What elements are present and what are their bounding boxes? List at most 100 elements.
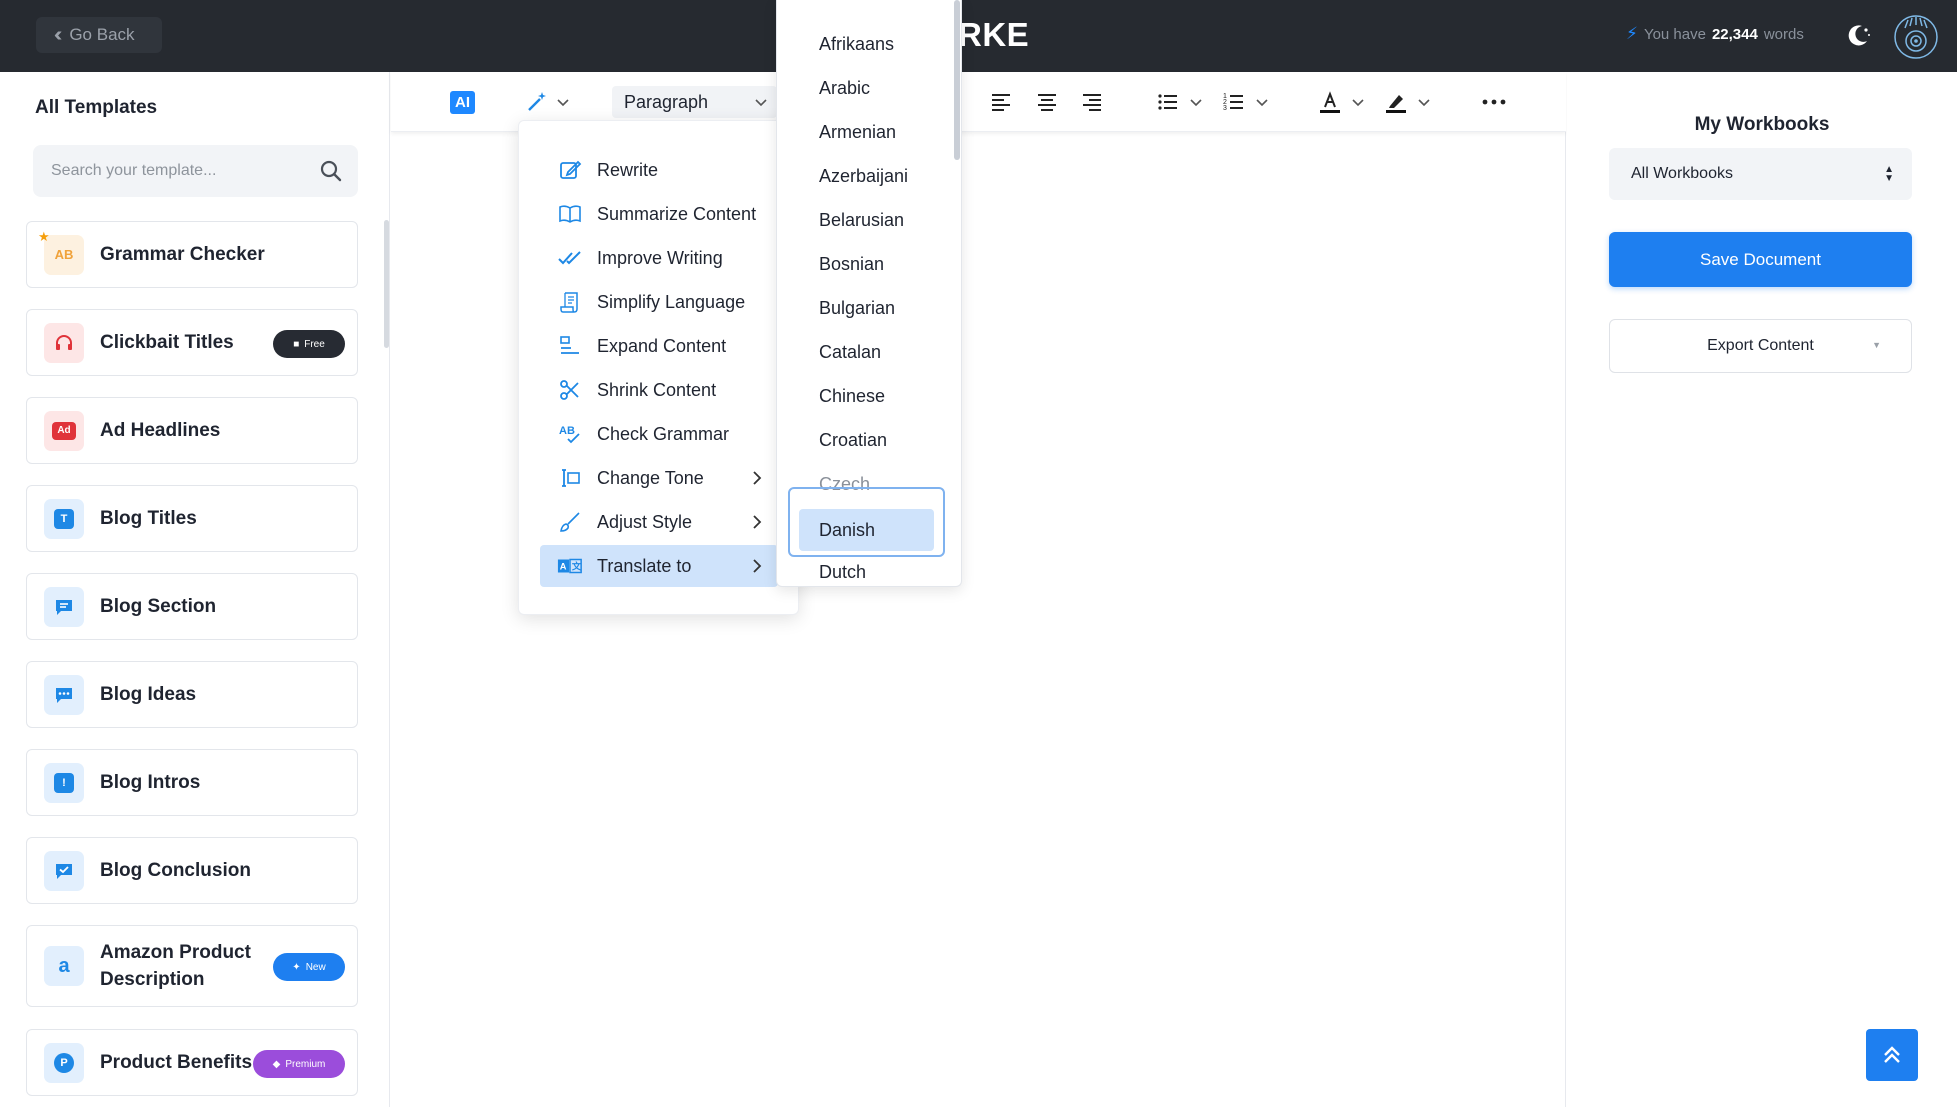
template-card-blog-section[interactable]: Blog Section bbox=[26, 573, 358, 640]
amazon-icon: a bbox=[44, 946, 84, 986]
ai-button[interactable]: AI bbox=[450, 91, 475, 114]
chevron-down-icon bbox=[1190, 99, 1202, 107]
word-count: ⚡ You have 22,344 words bbox=[1626, 24, 1804, 44]
scissors-icon bbox=[557, 377, 583, 403]
amazon-icon-text: a bbox=[58, 954, 70, 977]
menu-item-label: Translate to bbox=[597, 555, 692, 576]
search-input[interactable] bbox=[51, 159, 311, 183]
template-card-clickbait-titles[interactable]: Clickbait Titles ■ Free bbox=[26, 309, 358, 376]
edit-icon bbox=[557, 157, 583, 183]
gift-icon: ■ bbox=[293, 338, 300, 350]
menu-item-shrink-content[interactable]: Shrink Content bbox=[540, 369, 778, 411]
menu-item-label: Summarize Content bbox=[597, 203, 757, 224]
chevron-down-icon bbox=[1418, 99, 1430, 107]
paragraph-label: Paragraph bbox=[624, 91, 709, 112]
free-badge: ■ Free bbox=[273, 330, 345, 358]
moon-icon bbox=[1848, 25, 1870, 46]
numbered-list-dropdown[interactable]: 123 bbox=[1222, 90, 1270, 114]
language-option[interactable]: Dutch bbox=[819, 562, 866, 583]
language-option[interactable]: Croatian bbox=[819, 430, 887, 451]
svg-text:A: A bbox=[560, 562, 567, 572]
dark-mode-toggle[interactable] bbox=[1843, 21, 1873, 51]
language-option[interactable]: Bulgarian bbox=[819, 298, 895, 319]
templates-sidebar: All Templates ★ AB Grammar Checker Click… bbox=[0, 72, 390, 1107]
sidebar-scrollbar[interactable] bbox=[384, 220, 389, 348]
sidebar-title: All Templates bbox=[35, 97, 158, 118]
workbook-select[interactable]: All Workbooks ▲ ▼ bbox=[1609, 148, 1912, 200]
menu-item-label: Expand Content bbox=[597, 335, 727, 356]
menu-item-label: Change Tone bbox=[597, 467, 704, 488]
template-card-blog-conclusion[interactable]: Blog Conclusion bbox=[26, 837, 358, 904]
workbooks-title: My Workbooks bbox=[1694, 114, 1830, 135]
intro-icon: ! bbox=[44, 762, 84, 803]
bolt-icon: ⚡ bbox=[1626, 24, 1638, 43]
language-option[interactable]: Chinese bbox=[819, 386, 885, 407]
bullet-list-dropdown[interactable] bbox=[1156, 90, 1204, 114]
language-option[interactable]: Arabic bbox=[819, 78, 870, 99]
align-left-icon bbox=[992, 94, 1010, 111]
svg-text:文: 文 bbox=[571, 561, 582, 572]
menu-item-label: Check Grammar bbox=[597, 423, 730, 444]
align-right-button[interactable] bbox=[1080, 90, 1104, 114]
language-option[interactable]: Belarusian bbox=[819, 210, 904, 231]
grammar-icon: ★ AB bbox=[38, 229, 84, 275]
section-icon bbox=[44, 586, 84, 627]
paragraph-select[interactable]: Paragraph bbox=[612, 86, 777, 118]
chevron-right-icon bbox=[753, 515, 762, 529]
align-center-button[interactable] bbox=[1035, 90, 1059, 114]
more-options-button[interactable] bbox=[1481, 90, 1507, 114]
template-card-ad-headlines[interactable]: Ad Ad Headlines bbox=[26, 397, 358, 464]
language-option[interactable]: Bosnian bbox=[819, 254, 884, 275]
ai-tools-dropdown[interactable] bbox=[525, 90, 571, 114]
highlight-color-dropdown[interactable] bbox=[1384, 90, 1432, 114]
menu-item-simplify-language[interactable]: Simplify Language bbox=[540, 281, 778, 323]
bullet-list-icon bbox=[1158, 94, 1177, 110]
export-content-button[interactable]: Export Content ▼ bbox=[1609, 319, 1912, 373]
menu-item-summarize-content[interactable]: Summarize Content bbox=[540, 193, 778, 235]
avatar[interactable] bbox=[1893, 14, 1939, 60]
align-left-button[interactable] bbox=[989, 90, 1013, 114]
language-option[interactable]: Armenian bbox=[819, 122, 896, 143]
template-card-grammar-checker[interactable]: ★ AB Grammar Checker bbox=[26, 221, 358, 288]
language-option[interactable]: Azerbaijani bbox=[819, 166, 908, 187]
menu-item-adjust-style[interactable]: Adjust Style bbox=[540, 501, 778, 543]
words-suffix: words bbox=[1763, 25, 1804, 43]
double-check-icon bbox=[557, 245, 583, 271]
highlighter-icon bbox=[1386, 95, 1406, 113]
text-color-dropdown[interactable] bbox=[1318, 90, 1366, 114]
language-menu-scrollbar[interactable] bbox=[954, 0, 960, 160]
template-label: Clickbait Titles bbox=[100, 332, 234, 353]
star-icon: ★ bbox=[38, 228, 50, 244]
language-option-focused[interactable]: Danish bbox=[788, 487, 945, 557]
template-card-blog-ideas[interactable]: Blog Ideas bbox=[26, 661, 358, 728]
scroll-to-top-button[interactable] bbox=[1866, 1029, 1918, 1081]
menu-item-translate-to[interactable]: A文 Translate to bbox=[540, 545, 778, 587]
template-card-blog-intros[interactable]: ! Blog Intros bbox=[26, 749, 358, 816]
menu-item-rewrite[interactable]: Rewrite bbox=[540, 149, 778, 191]
search-icon[interactable] bbox=[319, 159, 343, 183]
language-option[interactable]: Catalan bbox=[819, 342, 881, 363]
save-document-button[interactable]: Save Document bbox=[1609, 232, 1912, 287]
template-card-blog-titles[interactable]: T Blog Titles bbox=[26, 485, 358, 552]
badge-label: Premium bbox=[285, 1058, 326, 1070]
language-option-selected[interactable]: Danish bbox=[799, 509, 934, 551]
check-icon bbox=[44, 850, 84, 891]
words-count: 22,344 bbox=[1711, 25, 1758, 43]
badge-label: New bbox=[305, 961, 326, 973]
text-cursor-icon bbox=[557, 465, 583, 491]
align-right-icon bbox=[1083, 94, 1101, 111]
menu-item-check-grammar[interactable]: AB Check Grammar bbox=[540, 413, 778, 455]
menu-item-label: Improve Writing bbox=[597, 247, 723, 268]
menu-item-change-tone[interactable]: Change Tone bbox=[540, 457, 778, 499]
ad-icon: Ad bbox=[44, 410, 84, 451]
template-card-amazon-product-description[interactable]: a Amazon Product Description ✦ New bbox=[26, 925, 358, 1007]
book-icon bbox=[557, 201, 583, 227]
go-back-label: Go Back bbox=[69, 25, 135, 44]
menu-item-improve-writing[interactable]: Improve Writing bbox=[540, 237, 778, 279]
menu-item-expand-content[interactable]: Expand Content bbox=[540, 325, 778, 367]
language-option[interactable]: Afrikaans bbox=[819, 34, 894, 55]
template-card-product-benefits[interactable]: P Product Benefits ◆ Premium bbox=[26, 1029, 358, 1096]
svg-text:AB: AB bbox=[559, 425, 575, 437]
magic-wand-icon bbox=[528, 92, 546, 111]
go-back-button[interactable]: ‹‹ Go Back bbox=[36, 17, 162, 53]
